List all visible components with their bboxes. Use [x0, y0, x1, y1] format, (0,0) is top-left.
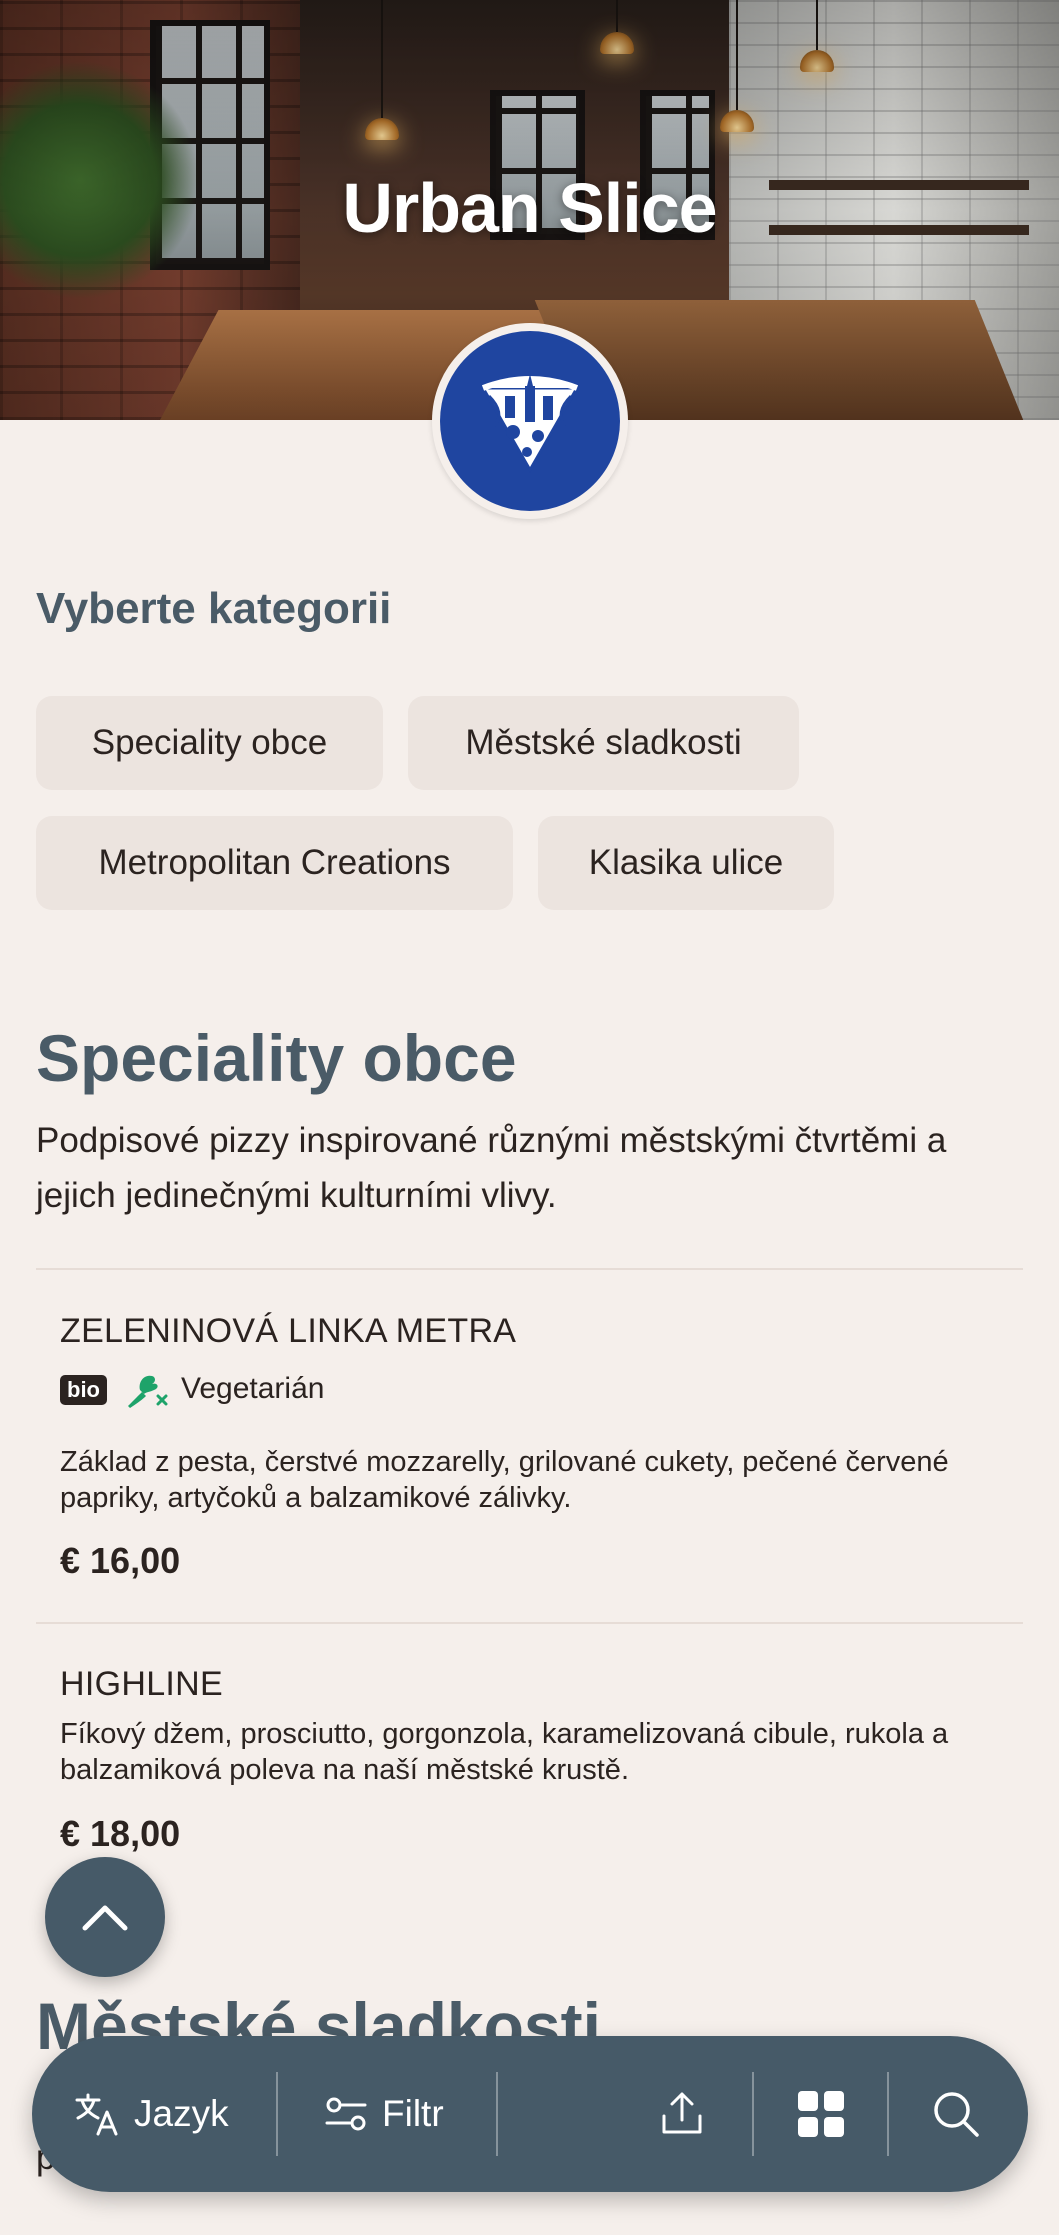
toolbar-separator	[887, 2072, 889, 2156]
search-button[interactable]	[932, 2036, 980, 2192]
item-divider	[36, 1622, 1023, 1624]
translate-icon	[75, 2093, 118, 2136]
menu-item-description: Základ z pesta, čerstvé mozzarelly, gril…	[60, 1446, 949, 1514]
toolbar-separator	[496, 2072, 498, 2156]
section-title: Speciality obce	[36, 1021, 517, 1095]
category-heading: Vyberte kategorii	[36, 584, 392, 633]
language-button[interactable]: Jazyk	[74, 2036, 229, 2192]
pizza-slice-city-logo-icon	[440, 331, 620, 511]
toolbar-separator	[276, 2072, 278, 2156]
toolbar-separator	[752, 2072, 754, 2156]
menu-item-name[interactable]: ZELENINOVÁ LINKA METRA	[60, 1312, 516, 1351]
menu-item-name[interactable]: HIGHLINE	[60, 1665, 223, 1704]
item-divider	[36, 1268, 1023, 1270]
categories-grid-button[interactable]	[796, 2036, 846, 2192]
bottom-toolbar: Jazyk Filtr	[32, 2036, 1028, 2192]
share-icon	[662, 2092, 702, 2134]
category-chip-mestske-sladkosti[interactable]: Městské sladkosti	[408, 696, 799, 790]
filter-button[interactable]: Filtr	[324, 2036, 444, 2192]
category-chip-metropolitan-creations[interactable]: Metropolitan Creations	[36, 816, 513, 910]
restaurant-name: Urban Slice	[342, 169, 717, 247]
filter-label: Filtr	[382, 2093, 444, 2134]
menu-item-price: € 16,00	[60, 1540, 181, 1581]
category-chip-speciality-obce[interactable]: Speciality obce	[36, 696, 383, 790]
vegetarian-icon	[124, 1370, 168, 1410]
search-icon	[934, 2092, 979, 2137]
diet-label: Vegetarián	[181, 1372, 325, 1405]
share-button[interactable]	[658, 2036, 706, 2192]
grid-icon	[798, 2091, 844, 2137]
category-chip-klasika-ulice[interactable]: Klasika ulice	[538, 816, 834, 910]
language-label: Jazyk	[134, 2093, 229, 2134]
filter-icon	[325, 2097, 367, 2131]
section-description: Podpisové pizzy inspirované různými měst…	[36, 1121, 947, 1215]
bio-badge: bio	[60, 1375, 107, 1405]
menu-item-description: Fíkový džem, prosciutto, gorgonzola, kar…	[60, 1718, 949, 1786]
menu-item-price: € 18,00	[60, 1813, 181, 1854]
restaurant-logo	[432, 323, 628, 519]
chevron-up-icon	[82, 1905, 128, 1931]
scroll-to-top-button[interactable]	[45, 1857, 165, 1977]
